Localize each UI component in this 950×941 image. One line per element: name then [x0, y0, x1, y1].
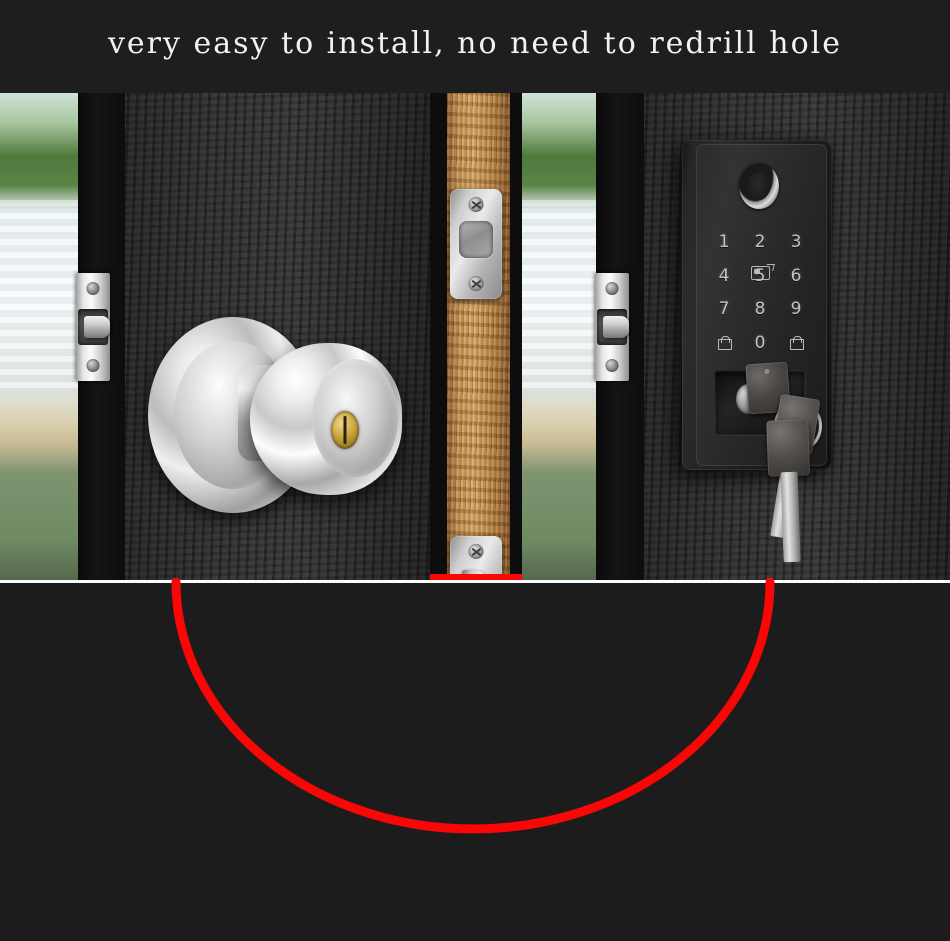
screw-icon [468, 197, 484, 212]
screw-icon [468, 276, 484, 291]
lock-icon [790, 336, 804, 351]
latch-bolt [603, 316, 629, 338]
photo-band: 1 2 3 4 5 6 7 8 9 0 [0, 93, 950, 580]
key-head [766, 419, 811, 477]
keypad-key-lock-right[interactable] [778, 326, 814, 360]
latch-bolt [84, 316, 110, 338]
keypad-key-6[interactable]: 6 [778, 259, 814, 293]
page-title: very easy to install, no need to redrill… [107, 26, 843, 61]
keypad-key-0[interactable]: 0 [742, 326, 778, 360]
keypad-key-lock-left[interactable] [706, 326, 742, 360]
key-cylinder-icon [331, 411, 359, 449]
door-knob [250, 343, 402, 495]
lock-icon [718, 336, 732, 351]
deadbolt-faceplate [450, 189, 502, 299]
keypad-key-3[interactable]: 3 [778, 225, 814, 259]
deadbolt-square [459, 221, 493, 258]
screw-icon [605, 359, 619, 372]
keypad-key-4[interactable]: 4 [706, 259, 742, 293]
hanging-key-front [766, 419, 814, 580]
keypad-key-2[interactable]: 2 [742, 225, 778, 259]
screw-icon [86, 282, 100, 295]
screw-icon [605, 282, 619, 295]
screw-icon [86, 359, 100, 372]
panel-knob-lock [0, 93, 430, 580]
red-highlight-arc [171, 578, 775, 834]
fingerprint-icon[interactable] [739, 163, 779, 209]
rfid-card-icon[interactable] [751, 266, 770, 280]
keypad-key-7[interactable]: 7 [706, 293, 742, 327]
screw-icon [468, 544, 484, 559]
window-view-right [522, 93, 596, 580]
keypad-key-9[interactable]: 9 [778, 293, 814, 327]
wood-door-edge [447, 93, 510, 580]
key-blade [780, 471, 801, 563]
strike-plate-left [76, 273, 110, 381]
panel-door-edge [430, 93, 522, 580]
window-view-left [0, 93, 78, 580]
strike-plate-right [595, 273, 629, 381]
keypad-key-1[interactable]: 1 [706, 225, 742, 259]
keypad-key-8[interactable]: 8 [742, 293, 778, 327]
product-feature-image: very easy to install, no need to redrill… [0, 0, 950, 941]
panel-smart-lock: 1 2 3 4 5 6 7 8 9 0 [522, 93, 950, 580]
